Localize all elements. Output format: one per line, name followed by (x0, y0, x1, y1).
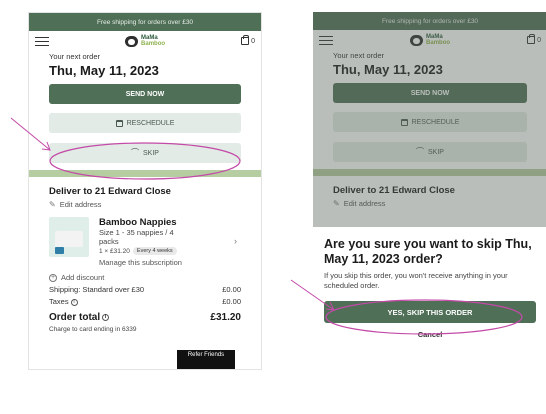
reschedule-button[interactable]: RESCHEDULE (49, 113, 241, 133)
shipping-banner: Free shipping for orders over £30 (29, 13, 261, 31)
phone-right: Free shipping for orders over £30 MaMa B… (313, 12, 546, 370)
product-price: 1 × £31.20 (99, 247, 130, 255)
product-size-line1: Size 1 - 35 nappies / 4 (99, 228, 174, 237)
send-now-label: SEND NOW (125, 90, 165, 98)
chevron-right-icon[interactable]: › (234, 236, 237, 246)
menu-icon[interactable] (35, 36, 49, 46)
skip-label: SKIP (143, 149, 159, 157)
topbar: MaMa Bamboo 0 (29, 31, 261, 51)
cart-count: 0 (251, 37, 255, 45)
info-icon[interactable]: i (70, 298, 78, 306)
order-total-label: Order total (49, 312, 101, 323)
taxes-value: £0.00 (222, 297, 241, 306)
frequency-badge: Every 4 weeks (132, 247, 177, 255)
skip-confirm-dialog: Are you sure you want to skip Thu, May 1… (313, 227, 546, 370)
skip-icon: ⌒ (131, 148, 140, 157)
pencil-icon: ✎ (49, 200, 56, 209)
modal-overlay[interactable] (313, 12, 546, 227)
shipping-label: Shipping: Standard over £30 (49, 285, 145, 294)
panda-icon (125, 35, 139, 47)
calendar-icon (115, 119, 123, 127)
add-discount-link[interactable]: + Add discount (49, 273, 241, 282)
product-image (49, 217, 89, 257)
dialog-title: Are you sure you want to skip Thu, May 1… (324, 237, 532, 266)
skip-button[interactable]: ⌒ SKIP (49, 143, 241, 163)
next-order-label: Your next order (49, 52, 101, 61)
product-item[interactable]: Bamboo Nappies Size 1 - 35 nappies / 4 p… (49, 217, 241, 267)
plus-circle-icon: + (49, 273, 57, 282)
bag-icon (241, 35, 250, 45)
edit-address-label: Edit address (59, 200, 102, 209)
taxes-label: Taxes (49, 297, 69, 306)
dialog-body: If you skip this order, you won't receiv… (324, 271, 508, 290)
divider-band (29, 170, 261, 177)
logo-text-line2: Bamboo (141, 41, 166, 47)
manage-subscription-link[interactable]: Manage this subscription (99, 258, 241, 267)
delivery-title: Deliver to 21 Edward Close (49, 186, 171, 197)
taxes-row: Taxes i £0.00 (49, 297, 241, 306)
shipping-value: £0.00 (222, 285, 241, 294)
order-total-row: Order total i £31.20 (49, 312, 241, 323)
product-size-line2: packs (99, 237, 119, 246)
order-content: Your next order Thu, May 11, 2023 SEND N… (29, 52, 261, 163)
cart-button[interactable]: 0 (241, 35, 255, 45)
delivery-section: Deliver to 21 Edward Close ✎ Edit addres… (29, 186, 261, 333)
add-discount-label: Add discount (61, 273, 105, 282)
next-order-date: Thu, May 11, 2023 (49, 63, 159, 78)
confirm-skip-button[interactable]: YES, SKIP THIS ORDER (324, 301, 536, 323)
refer-friends-button[interactable]: Refer Friends (177, 350, 235, 369)
edit-address-link[interactable]: ✎ Edit address (49, 200, 241, 209)
shipping-row: Shipping: Standard over £30 £0.00 (49, 285, 241, 294)
total-info-icon[interactable]: i (102, 313, 110, 321)
product-name: Bamboo Nappies (99, 217, 177, 228)
reschedule-label: RESCHEDULE (126, 119, 175, 127)
order-total-value: £31.20 (210, 312, 241, 323)
screenshot-stage: Free shipping for orders over £30 MaMa B… (0, 0, 546, 414)
send-now-button[interactable]: SEND NOW (49, 84, 241, 104)
charge-card-text: Charge to card ending in 6339 (49, 326, 137, 333)
confirm-skip-label: YES, SKIP THIS ORDER (387, 307, 473, 317)
cancel-button[interactable]: Cancel (324, 330, 536, 339)
phone-left: Free shipping for orders over £30 MaMa B… (28, 12, 262, 370)
logo[interactable]: MaMa Bamboo (125, 35, 165, 47)
